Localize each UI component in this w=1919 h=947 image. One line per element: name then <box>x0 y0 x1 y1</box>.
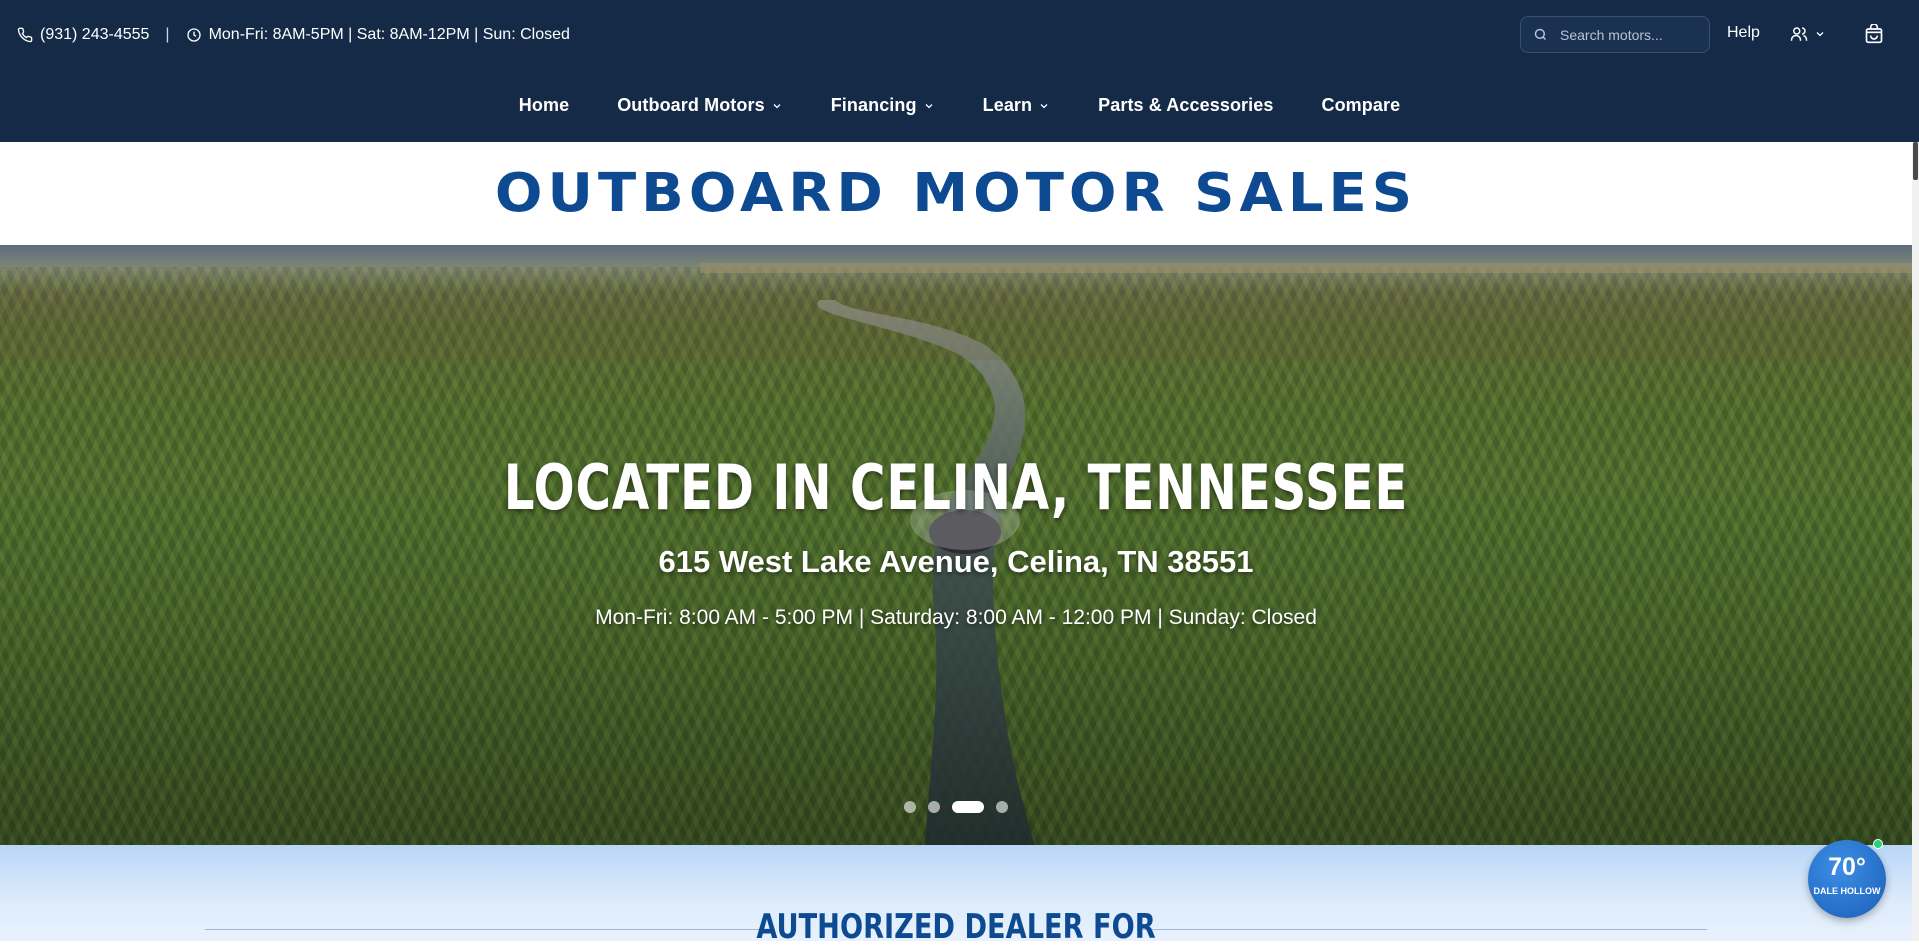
search-icon <box>1534 28 1547 41</box>
chevron-down-icon <box>925 103 933 108</box>
cart-button[interactable] <box>1864 23 1884 49</box>
nav-label: Parts & Accessories <box>1098 95 1274 115</box>
shopping-bag-icon <box>1865 23 1883 44</box>
clock-icon <box>186 27 201 42</box>
slide-dot-4[interactable] <box>996 801 1008 813</box>
nav-financing[interactable]: Financing <box>831 95 935 116</box>
nav-label: Outboard Motors <box>617 95 765 115</box>
nav-label: Home <box>518 95 570 115</box>
weather-temperature: 70° <box>1828 853 1866 881</box>
slide-dot-1[interactable] <box>904 801 916 813</box>
hero-hours: Mon-Fri: 8:00 AM - 5:00 PM | Saturday: 8… <box>595 606 1317 629</box>
search-box[interactable] <box>1520 16 1710 53</box>
status-indicator <box>1873 839 1883 849</box>
nav-outboard-motors[interactable]: Outboard Motors <box>617 95 783 116</box>
section-title: AUTHORIZED DEALER FOR <box>756 907 1156 947</box>
hero-slider: LOCATED IN CELINA, TENNESSEE 615 West La… <box>0 245 1912 845</box>
hero-headline: LOCATED IN CELINA, TENNESSEE <box>503 451 1409 524</box>
scrollbar-track[interactable] <box>1912 142 1919 941</box>
weather-location: DALE HOLLOW <box>1813 886 1881 896</box>
phone-icon <box>17 27 33 42</box>
nav-compare[interactable]: Compare <box>1321 95 1400 116</box>
top-utility-bar: (931) 243-4555 | Mon-Fri: 8AM-5PM | Sat:… <box>0 0 1919 69</box>
contact-info: (931) 243-4555 | Mon-Fri: 8AM-5PM | Sat:… <box>17 0 570 69</box>
divider: | <box>165 25 170 43</box>
brand-banner: OUTBOARD MOTOR SALES <box>0 142 1912 245</box>
business-hours: Mon-Fri: 8AM-5PM | Sat: 8AM-12PM | Sun: … <box>208 25 570 43</box>
slider-pagination <box>0 801 1912 813</box>
scrollbar-thumb[interactable] <box>1913 142 1918 180</box>
authorized-dealer-section: AUTHORIZED DEALER FOR <box>0 845 1912 947</box>
hero-content: LOCATED IN CELINA, TENNESSEE 615 West La… <box>0 245 1912 845</box>
help-link[interactable]: Help <box>1727 24 1760 42</box>
phone-number[interactable]: (931) 243-4555 <box>40 26 149 44</box>
main-navigation: Home Outboard Motors Financing Learn Par… <box>0 69 1919 142</box>
nav-learn[interactable]: Learn <box>983 95 1051 116</box>
users-icon <box>1790 27 1808 41</box>
nav-label: Compare <box>1321 95 1401 115</box>
chevron-down-icon <box>773 103 781 108</box>
nav-label: Learn <box>982 95 1033 115</box>
account-menu-button[interactable] <box>1790 25 1826 43</box>
nav-label: Financing <box>830 95 917 115</box>
chevron-down-icon <box>1816 32 1824 37</box>
nav-parts-accessories[interactable]: Parts & Accessories <box>1098 95 1273 116</box>
slide-dot-2[interactable] <box>928 801 940 813</box>
search-input[interactable] <box>1560 26 1700 43</box>
nav-home[interactable]: Home <box>519 95 569 116</box>
chevron-down-icon <box>1040 103 1048 108</box>
hero-address: 615 West Lake Avenue, Celina, TN 38551 <box>658 544 1254 579</box>
site-logo[interactable]: OUTBOARD MOTOR SALES <box>495 163 1417 225</box>
weather-widget[interactable]: 70° DALE HOLLOW <box>1808 839 1886 918</box>
slide-dot-3-active[interactable] <box>952 801 984 813</box>
